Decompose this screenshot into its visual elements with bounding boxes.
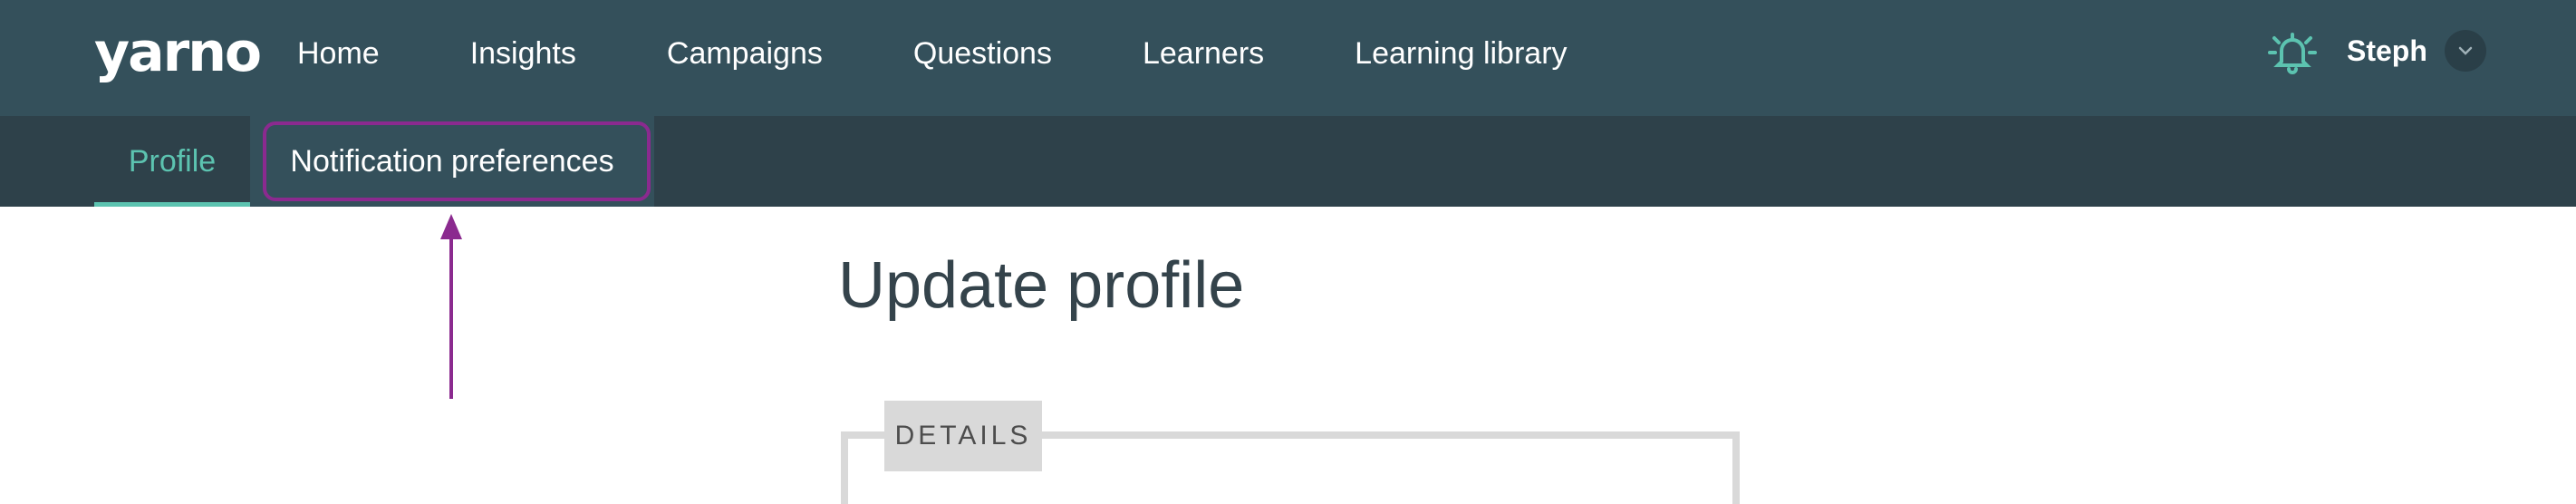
page-title: Update profile	[838, 249, 1245, 322]
tab-profile[interactable]: Profile	[94, 116, 250, 207]
user-name[interactable]: Steph	[2347, 31, 2427, 71]
top-navigation-bar: yarno Home Insights Campaigns Questions …	[0, 0, 2576, 116]
nav-link-insights[interactable]: Insights	[470, 36, 576, 72]
user-menu-toggle[interactable]	[2445, 30, 2486, 72]
details-section-label: DETAILS	[884, 401, 1042, 471]
nav-link-campaigns[interactable]: Campaigns	[667, 36, 823, 72]
main-nav-links: Home Insights Campaigns Questions Learne…	[297, 0, 1658, 107]
nav-link-learning-library[interactable]: Learning library	[1355, 36, 1567, 72]
chevron-down-icon	[2458, 46, 2473, 55]
nav-link-questions[interactable]: Questions	[913, 36, 1052, 72]
yarno-logo[interactable]: yarno	[94, 16, 262, 89]
annotation-highlight-box	[263, 121, 651, 201]
bell-icon[interactable]	[2265, 25, 2320, 80]
annotation-arrow-icon	[440, 214, 462, 399]
nav-link-home[interactable]: Home	[297, 36, 380, 72]
nav-link-learners[interactable]: Learners	[1143, 36, 1264, 72]
